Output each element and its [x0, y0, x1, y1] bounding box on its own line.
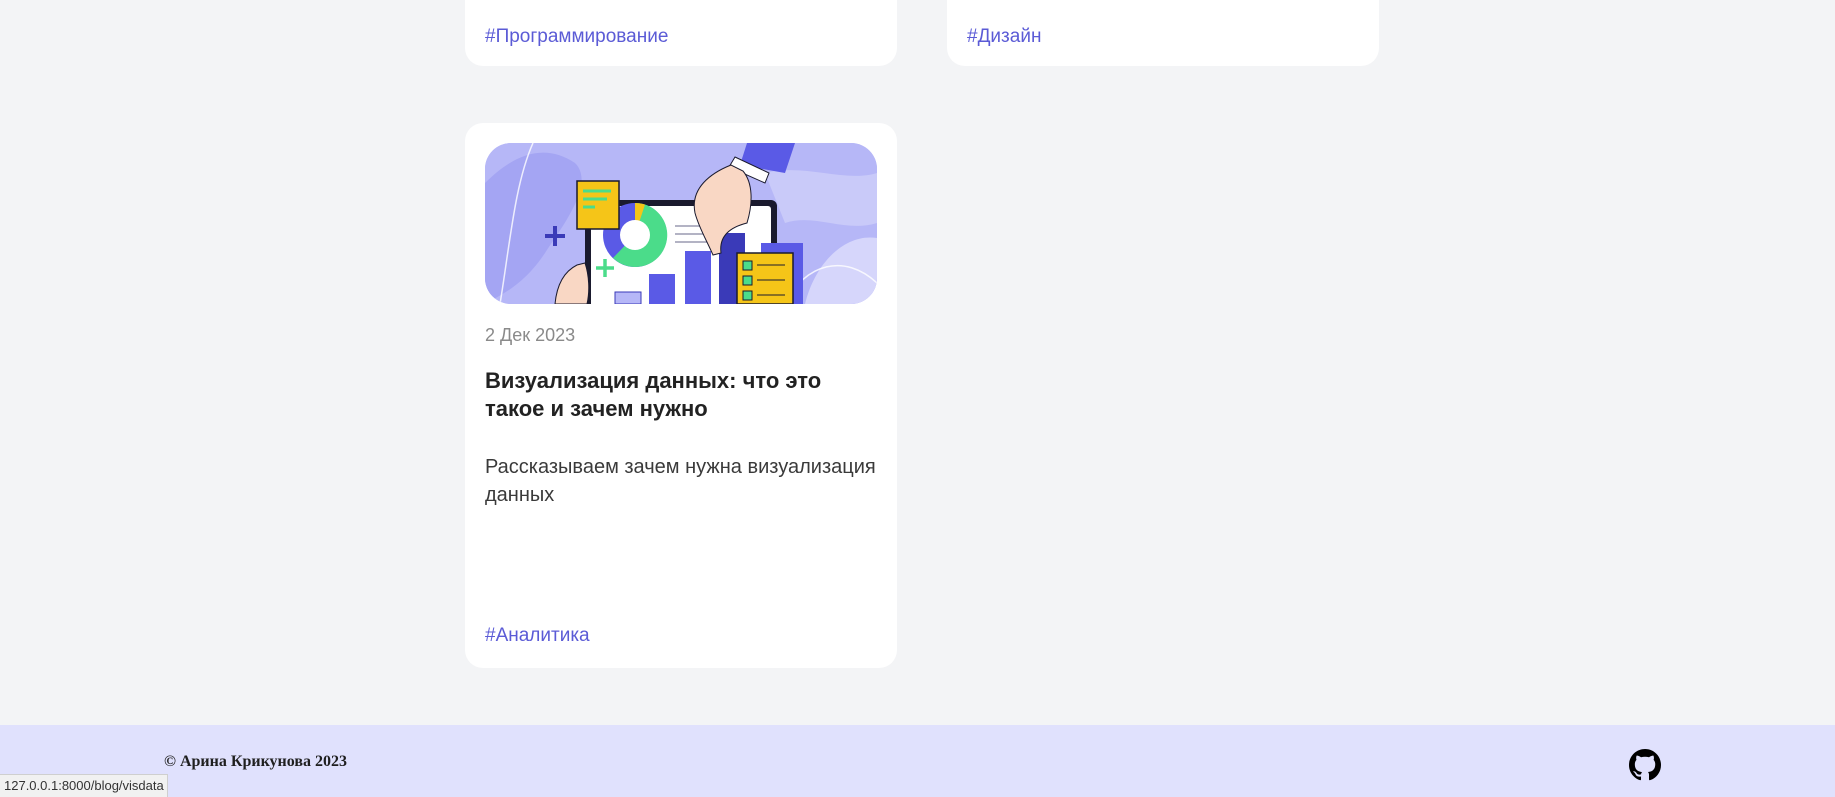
article-tag-link[interactable]: #Программирование: [485, 26, 668, 48]
article-title[interactable]: Визуализация данных: что это такое и зач…: [485, 367, 877, 423]
article-card[interactable]: #Дизайн: [947, 0, 1379, 66]
article-tag-link[interactable]: #Аналитика: [485, 625, 590, 647]
article-excerpt: Рассказываем зачем нужна визуализация да…: [485, 456, 876, 506]
article-date: 2 Дек 2023: [485, 325, 576, 345]
browser-status-bar: 127.0.0.1:8000/blog/visdata: [0, 774, 168, 797]
site-footer: © Арина Крикунова 2023: [0, 725, 1835, 797]
footer-copyright: © Арина Крикунова 2023: [164, 753, 348, 770]
blog-page: #Программирование #Дизайн 2 Дек 2023 Виз…: [0, 0, 1835, 797]
article-tag-link[interactable]: #Дизайн: [967, 26, 1041, 48]
article-card[interactable]: #Программирование: [465, 0, 897, 66]
article-card[interactable]: 2 Дек 2023 Визуализация данных: что это …: [465, 123, 897, 668]
data-visualization-illustration: [485, 143, 877, 304]
article-thumbnail[interactable]: [485, 143, 877, 304]
github-icon[interactable]: [1629, 749, 1661, 781]
